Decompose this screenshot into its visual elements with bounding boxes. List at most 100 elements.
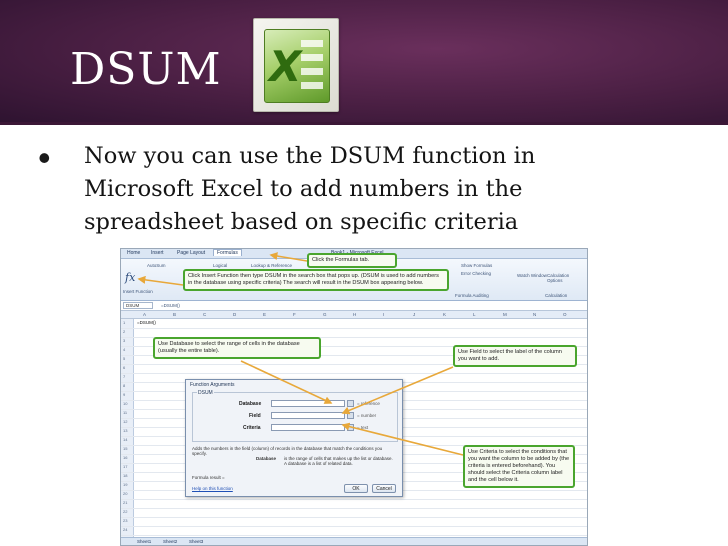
slide-header: DSUM X — [0, 0, 728, 122]
row-gridline — [121, 526, 587, 527]
row-gridline — [121, 328, 587, 329]
tab-formulas[interactable]: Formulas — [213, 249, 242, 256]
formula-auditing-group: Formula Auditing — [455, 293, 489, 298]
arg-field-collapse-button[interactable] — [347, 412, 354, 419]
row-header[interactable]: 9 — [123, 392, 133, 397]
logical-button[interactable]: Logical — [213, 263, 227, 268]
show-formulas-button[interactable]: Show Formulas — [461, 263, 492, 268]
column-headers: A B C D E F G H I J K L M N O — [121, 311, 587, 319]
slide-title: DSUM — [70, 44, 222, 95]
row-header[interactable]: 17 — [123, 464, 133, 469]
row-header[interactable]: 11 — [123, 410, 133, 415]
row-header[interactable]: 18 — [123, 473, 133, 478]
row-header[interactable]: 8 — [123, 383, 133, 388]
dialog-function-name: DSUM — [197, 390, 214, 396]
row-gridline — [121, 373, 587, 374]
row-header[interactable]: 19 — [123, 482, 133, 487]
row-header[interactable]: 22 — [123, 509, 133, 514]
dialog-args-group: DSUM Database = reference Field = number… — [192, 390, 398, 442]
callout-insert-function: Click Insert Function then type DSUM in … — [183, 269, 449, 291]
dialog-formula-result: Formula result = — [192, 475, 225, 480]
arg-criteria-collapse-button[interactable] — [347, 424, 354, 431]
row-header[interactable]: 10 — [123, 401, 133, 406]
column-header[interactable]: O — [563, 312, 567, 317]
tab-page-layout[interactable]: Page Layout — [177, 250, 205, 256]
sheet-tab-1[interactable]: Sheet1 — [137, 539, 151, 544]
column-header[interactable]: B — [173, 312, 176, 317]
calculation-group: Calculation — [545, 293, 568, 298]
dialog-detail-text: is the range of cells that makes up the … — [284, 456, 393, 466]
dialog-detail-label: Database — [256, 456, 277, 461]
tab-insert[interactable]: Insert — [151, 250, 164, 256]
formula-input[interactable]: =DSUM() — [161, 303, 180, 308]
row-header[interactable]: 16 — [123, 455, 133, 460]
excel-logo-grid — [301, 40, 323, 94]
column-header[interactable]: E — [263, 312, 266, 317]
arg-database-collapse-button[interactable] — [347, 400, 354, 407]
row-header[interactable]: 3 — [123, 338, 133, 343]
dialog-cancel-button[interactable]: Cancel — [372, 484, 396, 493]
arg-criteria-hint: = text — [357, 425, 369, 430]
bullet-text: Now you can use the DSUM function in Mic… — [84, 143, 536, 235]
column-header[interactable]: N — [533, 312, 536, 317]
watch-window-button[interactable]: Watch Window — [517, 273, 547, 278]
lookup-button[interactable]: Lookup & Reference — [251, 263, 292, 268]
function-arguments-dialog: Function Arguments DSUM Database = refer… — [185, 379, 403, 497]
column-header[interactable]: I — [383, 312, 384, 317]
arg-field-input[interactable] — [271, 412, 345, 419]
name-box[interactable]: DSUM — [123, 302, 153, 309]
column-header[interactable]: L — [473, 312, 476, 317]
arg-database-label: Database — [239, 401, 262, 407]
column-header[interactable]: F — [293, 312, 296, 317]
dialog-description: Adds the numbers in the field (column) o… — [192, 446, 383, 456]
arg-database-input[interactable] — [271, 400, 345, 407]
autosum-button[interactable]: AutoSum — [147, 263, 166, 268]
callout-criteria: Use Criteria to select the conditions th… — [463, 445, 575, 488]
row-gridline — [121, 535, 587, 536]
excel-logo-letter: X — [269, 42, 302, 91]
arg-field-hint: = number — [357, 413, 377, 418]
row-header[interactable]: 20 — [123, 491, 133, 496]
row-gridline — [121, 508, 587, 509]
row-header[interactable]: 15 — [123, 446, 133, 451]
row-header[interactable]: 2 — [123, 329, 133, 334]
column-header[interactable]: D — [233, 312, 236, 317]
column-header[interactable]: M — [503, 312, 507, 317]
calculation-options-button[interactable]: Calculation Options — [547, 273, 585, 283]
column-header[interactable]: A — [143, 312, 146, 317]
row-header[interactable]: 1 — [123, 320, 133, 325]
row-header[interactable]: 5 — [123, 356, 133, 361]
row-header[interactable]: 12 — [123, 419, 133, 424]
row-header[interactable]: 13 — [123, 428, 133, 433]
column-header[interactable]: J — [413, 312, 415, 317]
row-header[interactable]: 7 — [123, 374, 133, 379]
row-header[interactable]: 21 — [123, 500, 133, 505]
sheet-tab-2[interactable]: Sheet2 — [163, 539, 177, 544]
excel-logo-tile: X — [264, 29, 330, 103]
arg-criteria-input[interactable] — [271, 424, 345, 431]
arg-database-hint: = reference — [357, 401, 380, 406]
column-header[interactable]: G — [323, 312, 327, 317]
row-header[interactable]: 6 — [123, 365, 133, 370]
row-header[interactable]: 24 — [123, 527, 133, 532]
callout-database: Use Database to select the range of cell… — [153, 337, 321, 359]
column-header[interactable]: C — [203, 312, 206, 317]
dialog-help-link[interactable]: Help on this function — [192, 486, 233, 491]
excel-logo-icon: X — [253, 18, 339, 112]
header-divider — [0, 122, 728, 125]
insert-function-label[interactable]: Insert Function — [123, 289, 153, 294]
sheet-tab-3[interactable]: Sheet3 — [189, 539, 203, 544]
row-header[interactable]: 4 — [123, 347, 133, 352]
column-header[interactable]: H — [353, 312, 356, 317]
arg-criteria-label: Criteria — [243, 425, 261, 431]
cell-a1[interactable]: =DSUM() — [137, 320, 156, 325]
tab-home[interactable]: Home — [127, 250, 140, 256]
dialog-ok-button[interactable]: OK — [344, 484, 368, 493]
row-header[interactable]: 14 — [123, 437, 133, 442]
column-header[interactable]: K — [443, 312, 446, 317]
row-header[interactable]: 23 — [123, 518, 133, 523]
dialog-title: Function Arguments — [190, 382, 235, 388]
formula-bar: DSUM =DSUM() — [121, 301, 587, 311]
insert-function-icon[interactable]: fx — [125, 271, 135, 284]
error-checking-button[interactable]: Error Checking — [461, 271, 491, 276]
